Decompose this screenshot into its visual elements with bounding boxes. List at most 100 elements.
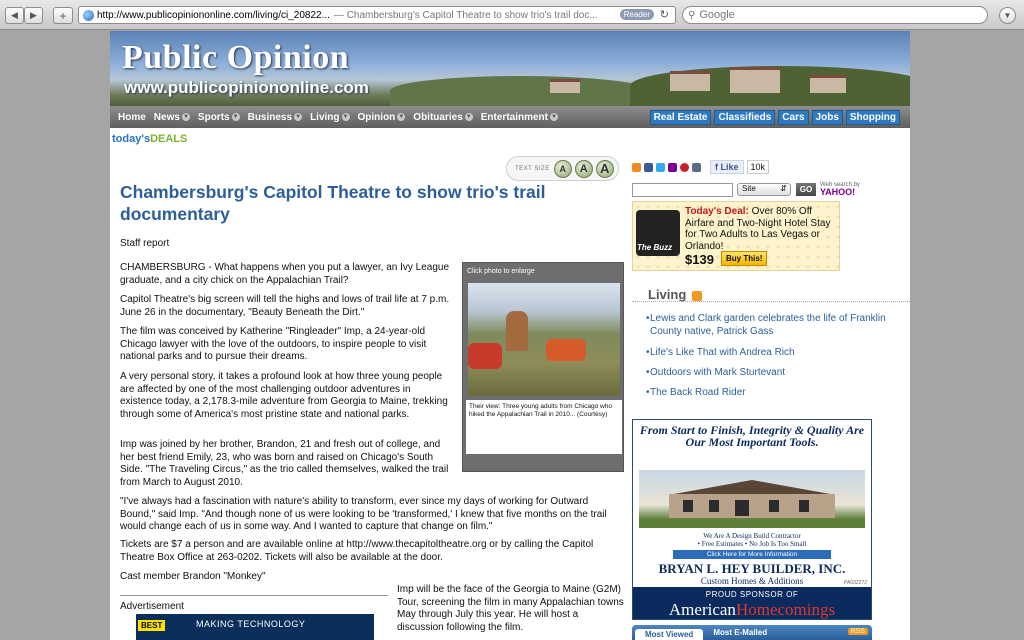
chevron-down-icon: ▼	[550, 113, 558, 121]
ad-text: MAKING TECHNOLOGY	[196, 619, 306, 629]
chevron-down-icon: ▼	[464, 113, 473, 121]
brand-url: www.publicopiniononline.com	[124, 78, 369, 97]
article-paragraph: Capitol Theatre's big screen will tell t…	[120, 294, 450, 318]
text-size-medium-button[interactable]: A	[574, 159, 593, 178]
ad-company-name: BRYAN L. HEY BUILDER, INC.	[658, 561, 846, 576]
nav-classifieds[interactable]: Classifieds	[714, 110, 776, 125]
ad-more-info-link[interactable]: Click Here for More Information	[673, 550, 831, 559]
add-bookmark-button[interactable]: +	[53, 7, 73, 24]
facebook-like-button[interactable]: f Like	[710, 160, 744, 174]
share-icon[interactable]	[632, 162, 641, 172]
nav-living[interactable]: Living ▼	[310, 112, 350, 123]
photo-box[interactable]: Click photo to enlarge Their view: Three…	[462, 262, 624, 472]
search-icon: ⚲	[688, 9, 696, 21]
nav-shopping[interactable]: Shopping	[845, 110, 900, 125]
twitter-icon[interactable]	[656, 162, 665, 172]
reload-icon[interactable]: ↻	[660, 8, 669, 21]
search-field[interactable]: ⚲ Google	[682, 6, 988, 24]
text-size-small-button[interactable]: A	[553, 159, 572, 178]
living-link[interactable]: Outdoors with Mark Sturtevant	[646, 366, 910, 379]
select-arrows-icon: ⇵	[780, 184, 787, 193]
nav-jobs[interactable]: Jobs	[811, 110, 843, 125]
house-image	[639, 470, 865, 528]
article-paragraph: "I've always had a fascination with natu…	[120, 496, 607, 532]
ad-headline: From Start to Finish, Integrity & Qualit…	[639, 423, 865, 449]
deal-price: $139	[685, 252, 714, 267]
nav-entertainment[interactable]: Entertainment ▼	[481, 112, 558, 123]
nav-news[interactable]: News ▼	[154, 112, 190, 123]
email-icon[interactable]	[692, 162, 701, 172]
ad-logo: BEST	[138, 620, 166, 631]
advertisement-divider	[120, 595, 388, 596]
nav-sports[interactable]: Sports ▼	[198, 112, 240, 123]
ad-sponsor-footer: PROUD SPONSOR OF AmericanHomecomings	[633, 587, 871, 619]
tab-most-emailed[interactable]: Most E-Mailed	[703, 628, 777, 637]
chevron-down-icon: ▼	[231, 113, 240, 121]
nav-opinion[interactable]: Opinion ▼	[358, 112, 406, 123]
todays-deals-link[interactable]: today'sDEALS	[112, 133, 187, 145]
yahoo-icon[interactable]	[668, 162, 677, 172]
deal-text: Today's Deal: Over 80% Off Airfare and T…	[685, 206, 831, 252]
web-page: Public Opinion www.publicopiniononline.c…	[110, 31, 910, 640]
nav-home[interactable]: Home	[118, 112, 146, 123]
nav-business[interactable]: Business ▼	[248, 112, 303, 123]
photo-enlarge-label[interactable]: Click photo to enlarge	[463, 263, 623, 280]
article-headline: Chambersburg's Capitol Theatre to show t…	[120, 182, 546, 224]
download-icon[interactable]: ▼	[999, 7, 1016, 24]
search-scope-select[interactable]: Site ⇵	[737, 183, 791, 196]
pinterest-icon[interactable]	[680, 162, 689, 172]
page-title-text: — Chambersburg's Capitol Theatre to show…	[333, 9, 598, 21]
article-paragraph: Tickets are $7 a person and are availabl…	[120, 539, 594, 563]
rss-icon[interactable]	[692, 290, 703, 301]
nav-cars[interactable]: Cars	[778, 110, 809, 125]
text-size-label: TEXT SIZE	[515, 165, 550, 172]
article-paragraph: The film was conceived by Katherine "Rin…	[120, 326, 427, 362]
builder-advertisement[interactable]: From Start to Finish, Integrity & Qualit…	[632, 419, 872, 620]
facebook-icon[interactable]	[644, 162, 653, 172]
chevron-down-icon: ▼	[341, 113, 350, 121]
nav-real-estate[interactable]: Real Estate	[649, 110, 712, 125]
article-paragraph: Imp will be the face of the Georgia to M…	[397, 584, 624, 633]
buzz-deal-ad[interactable]: The Buzz Today's Deal: Over 80% Off Airf…	[632, 201, 840, 271]
ad-subtext: We Are A Design Build Contractor • Free E…	[697, 532, 807, 548]
browser-toolbar: ◀ ▶ + http://www.publicopiniononline.com…	[0, 0, 1024, 30]
yahoo-search-credit: Web search by YAHOO!	[820, 182, 860, 197]
american-homecomings-logo: AmericanHomecomings	[668, 600, 836, 619]
reader-button[interactable]: Reader	[619, 9, 654, 20]
like-count: 10k	[746, 160, 770, 174]
globe-icon	[83, 9, 94, 21]
buzz-label: The Buzz	[637, 243, 673, 252]
site-search-input[interactable]	[632, 183, 733, 197]
living-link[interactable]: Lewis and Clark garden celebrates the li…	[646, 312, 910, 338]
back-button[interactable]: ◀	[5, 7, 24, 24]
go-button[interactable]: GO	[796, 183, 816, 196]
forward-button[interactable]: ▶	[24, 7, 43, 24]
ad-proud-sponsor: PROUD SPONSOR OF	[705, 590, 799, 599]
buy-this-button[interactable]: Buy This!	[721, 251, 768, 266]
advertisement-label: Advertisement	[120, 601, 184, 612]
article-photo[interactable]	[468, 283, 620, 396]
chevron-down-icon: ▼	[181, 113, 190, 121]
masthead[interactable]: Public Opinion www.publicopiniononline.c…	[110, 31, 910, 106]
rss-button[interactable]: RSS	[847, 628, 868, 635]
living-link[interactable]: Life's Like That with Andrea Rich	[646, 346, 910, 359]
ad-license-code: PA032272	[844, 580, 867, 586]
tab-most-viewed[interactable]: Most Viewed	[635, 629, 704, 640]
nav-obituaries[interactable]: Obituaries ▼	[413, 112, 473, 123]
chevron-down-icon: ▼	[294, 113, 303, 121]
url-text: http://www.publicopiniononline.com/livin…	[97, 9, 330, 21]
article-paragraph: Imp was joined by her brother, Brandon, …	[120, 439, 449, 488]
living-link[interactable]: The Back Road Rider	[646, 386, 910, 399]
ad-tagline: Custom Homes & Additions	[700, 576, 804, 586]
living-section-title[interactable]: Living	[648, 287, 703, 302]
article-paragraph: CHAMBERSBURG - What happens when you put…	[120, 262, 450, 286]
main-nav: Home News ▼ Sports ▼ Business ▼ Living ▼ Opi…	[110, 106, 910, 128]
text-size-large-button[interactable]: A	[595, 159, 614, 178]
right-nav: Real Estate Classifieds Cars Jobs Shoppi…	[647, 110, 900, 125]
text-size-control: TEXT SIZE A A A	[506, 156, 619, 181]
living-divider	[632, 301, 910, 302]
advertisement-banner[interactable]: BEST MAKING TECHNOLOGY	[136, 614, 374, 640]
article-byline: Staff report	[120, 238, 170, 249]
article-paragraph: A very personal story, it takes a profou…	[120, 371, 448, 420]
address-bar[interactable]: http://www.publicopiniononline.com/livin…	[78, 6, 676, 24]
